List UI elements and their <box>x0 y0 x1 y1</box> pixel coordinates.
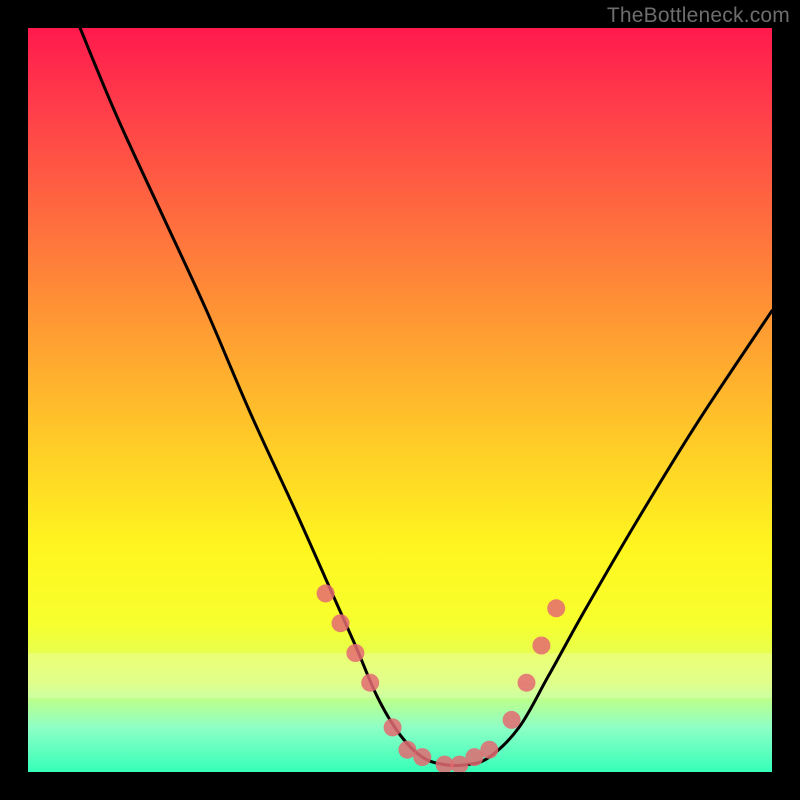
curve-markers <box>317 584 566 772</box>
curve-marker <box>384 718 402 736</box>
curve-marker <box>317 584 335 602</box>
curve-marker <box>547 599 565 617</box>
chart-frame: TheBottleneck.com <box>0 0 800 800</box>
curve-marker <box>413 748 431 766</box>
curve-marker <box>361 674 379 692</box>
bottleneck-curve <box>80 28 772 766</box>
curve-marker <box>503 711 521 729</box>
curve-marker <box>532 637 550 655</box>
curve-marker <box>346 644 364 662</box>
curve-layer <box>28 28 772 772</box>
plot-area <box>28 28 772 772</box>
curve-marker <box>480 741 498 759</box>
watermark-text: TheBottleneck.com <box>607 4 790 28</box>
curve-marker <box>518 674 536 692</box>
curve-marker <box>332 614 350 632</box>
